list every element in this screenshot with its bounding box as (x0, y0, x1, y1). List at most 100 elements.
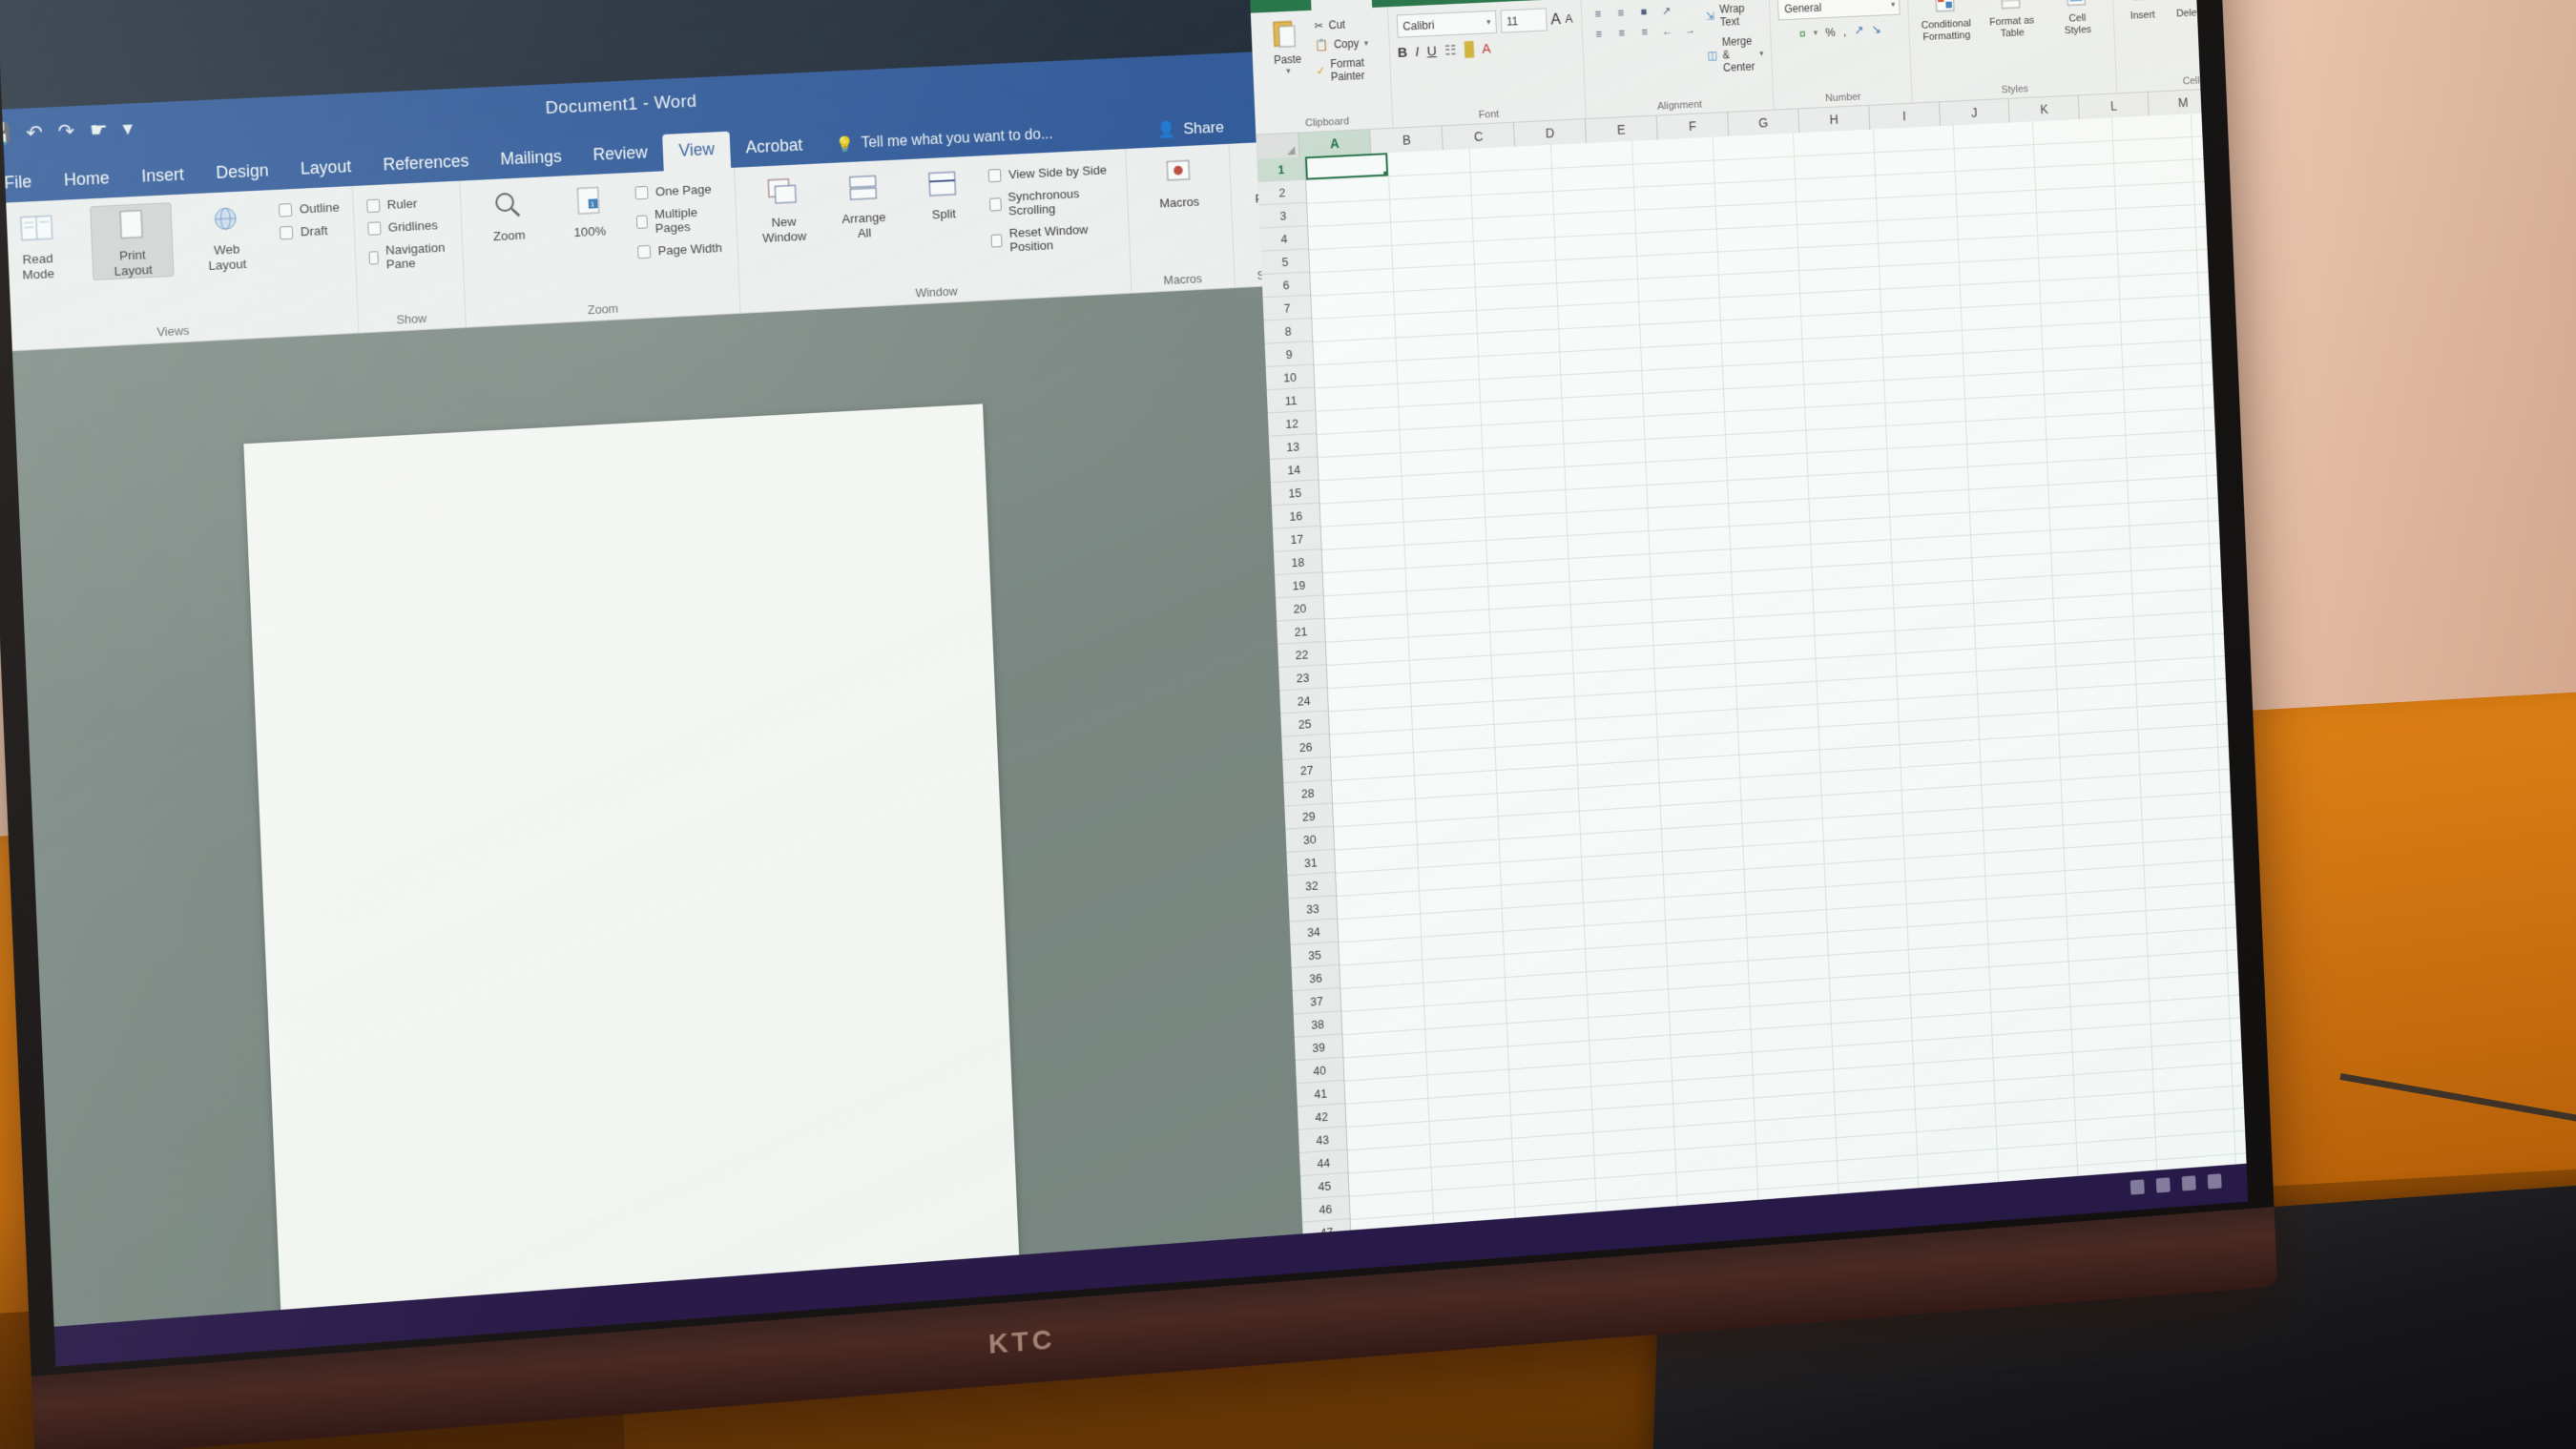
page-width-option[interactable]: Page Width (637, 240, 724, 259)
row-header-35[interactable]: 35 (1291, 942, 1340, 969)
tab-insert[interactable]: Insert (125, 156, 201, 197)
macros-button[interactable]: Macros (1139, 152, 1219, 212)
tab-layout[interactable]: Layout (284, 149, 368, 190)
row-header-19[interactable]: 19 (1275, 572, 1323, 598)
row-header-10[interactable]: 10 (1266, 364, 1315, 390)
row-header-46[interactable]: 46 (1301, 1196, 1350, 1223)
column-header-L[interactable]: L (2079, 93, 2150, 119)
word-page[interactable] (243, 404, 1024, 1366)
one-page-option[interactable]: One Page (634, 181, 721, 199)
column-header-A[interactable]: A (1298, 130, 1372, 157)
zoom-100-button[interactable]: 1 100% (554, 180, 625, 240)
column-header-C[interactable]: C (1443, 123, 1515, 151)
outline-option[interactable]: Outline (279, 200, 340, 217)
chevron-down-icon[interactable]: ▾ (1486, 17, 1491, 28)
increase-decimal-icon[interactable]: ↗ (1854, 23, 1864, 38)
wrap-text-button[interactable]: ⇲ Wrap Text (1705, 1, 1762, 30)
row-header-23[interactable]: 23 (1278, 665, 1327, 691)
row-header-4[interactable]: 4 (1259, 226, 1308, 252)
navigation-pane-option[interactable]: Navigation Pane (368, 240, 449, 273)
xtab-file[interactable]: File (1264, 0, 1312, 12)
side-by-side-icon[interactable] (988, 168, 1002, 181)
excel-grid[interactable]: A B C D E F G H I J K L M N (1256, 86, 2248, 1300)
word-share-button[interactable]: 👤 Share (1156, 118, 1224, 140)
row-header-1[interactable]: 1 (1257, 156, 1305, 182)
cut-button[interactable]: ✂ Cut (1314, 16, 1380, 32)
comma-style-button[interactable]: , (1843, 24, 1847, 37)
read-mode-button[interactable]: Read Mode (0, 207, 79, 283)
copy-dropdown-icon[interactable]: ▾ (1364, 38, 1369, 49)
chevron-down-icon[interactable]: ▾ (1891, 0, 1896, 10)
row-header-11[interactable]: 11 (1267, 388, 1316, 414)
row-header-38[interactable]: 38 (1294, 1011, 1342, 1038)
underline-button[interactable]: U (1426, 43, 1437, 59)
tab-acrobat[interactable]: Acrobat (729, 127, 819, 168)
row-header-7[interactable]: 7 (1263, 296, 1312, 321)
grow-font-button[interactable]: A (1550, 10, 1561, 29)
ruler-option[interactable]: Ruler (366, 195, 447, 213)
draft-checkbox[interactable] (280, 225, 293, 239)
select-all-corner[interactable] (1256, 134, 1299, 159)
copy-button[interactable]: 📋 Copy ▾ (1315, 36, 1381, 52)
orientation-icon[interactable]: ↗ (1658, 3, 1675, 17)
row-header-32[interactable]: 32 (1288, 873, 1337, 900)
align-middle-icon[interactable]: ≡ (1612, 5, 1630, 19)
one-page-icon[interactable] (634, 185, 648, 198)
decrease-decimal-icon[interactable]: ↘ (1871, 22, 1881, 37)
word-tell-me-search[interactable]: 💡 Tell me what you want to do... (836, 125, 1053, 154)
row-header-9[interactable]: 9 (1265, 342, 1314, 367)
increase-indent-icon[interactable]: → (1681, 22, 1698, 36)
column-header-B[interactable]: B (1371, 126, 1444, 154)
word-window[interactable]: 💾 ↶ ↷ ☛ ▾ Document1 - Word File Home Ins… (0, 52, 1313, 1367)
row-header-39[interactable]: 39 (1295, 1034, 1343, 1061)
row-header-24[interactable]: 24 (1279, 688, 1328, 714)
row-header-27[interactable]: 27 (1282, 757, 1331, 783)
align-top-icon[interactable]: ≡ (1589, 7, 1607, 21)
chevron-down-icon[interactable]: ▾ (1814, 28, 1818, 38)
arrange-all-button[interactable]: Arrange All (828, 167, 899, 241)
row-header-17[interactable]: 17 (1273, 527, 1321, 552)
battery-icon[interactable] (2182, 1175, 2196, 1190)
excel-window[interactable]: 💾 ↶ ↷ ☛ ▾ Book1 - Excel 👤 Share File (1247, 0, 2248, 1300)
chevron-down-icon[interactable]: ▾ (1759, 48, 1764, 58)
row-header-26[interactable]: 26 (1281, 735, 1330, 760)
row-header-13[interactable]: 13 (1269, 434, 1318, 460)
synchronous-scrolling-option[interactable]: Synchronous Scrolling (989, 185, 1115, 219)
row-header-37[interactable]: 37 (1293, 988, 1341, 1015)
align-right-icon[interactable]: ≡ (1636, 25, 1653, 39)
gridlines-option[interactable]: Gridlines (367, 217, 448, 236)
print-layout-button[interactable]: Print Layout (90, 202, 174, 280)
fill-color-icon[interactable]: █ (1465, 41, 1475, 57)
row-header-33[interactable]: 33 (1289, 896, 1338, 922)
column-header-J[interactable]: J (1940, 99, 2010, 126)
row-header-28[interactable]: 28 (1283, 780, 1332, 806)
font-size-input[interactable]: 11 ▾ (1500, 8, 1547, 32)
new-window-button[interactable]: New Window (748, 172, 819, 246)
row-header-29[interactable]: 29 (1284, 803, 1333, 829)
row-header-16[interactable]: 16 (1272, 504, 1320, 529)
row-header-2[interactable]: 2 (1257, 180, 1306, 206)
web-layout-button[interactable]: Web Layout (184, 197, 268, 274)
tab-design[interactable]: Design (199, 153, 285, 194)
paste-button[interactable]: Paste ▾ (1266, 16, 1308, 77)
row-header-41[interactable]: 41 (1297, 1081, 1345, 1107)
navigation-pane-checkbox[interactable] (368, 251, 379, 264)
volume-icon[interactable] (2156, 1177, 2171, 1192)
network-icon[interactable] (2130, 1179, 2145, 1194)
reset-window-position-option[interactable]: Reset Window Position (990, 221, 1116, 256)
currency-icon[interactable]: ¤ (1799, 26, 1806, 40)
row-header-15[interactable]: 15 (1271, 480, 1319, 506)
column-header-H[interactable]: H (1798, 106, 1870, 133)
draft-option[interactable]: Draft (280, 222, 341, 239)
split-button[interactable]: Split (908, 163, 978, 223)
merge-center-button[interactable]: ◫ Merge & Center ▾ (1707, 34, 1764, 75)
row-header-36[interactable]: 36 (1292, 965, 1340, 992)
format-as-table-button[interactable]: Format as Table (1982, 0, 2041, 41)
row-header-43[interactable]: 43 (1298, 1127, 1347, 1153)
multiple-pages-icon[interactable] (636, 215, 648, 228)
column-header-K[interactable]: K (2009, 95, 2080, 122)
sync-scroll-icon[interactable] (989, 197, 1001, 211)
tab-view[interactable]: View (662, 132, 731, 172)
reset-window-icon[interactable] (991, 234, 1003, 247)
system-tray[interactable] (2130, 1173, 2222, 1194)
